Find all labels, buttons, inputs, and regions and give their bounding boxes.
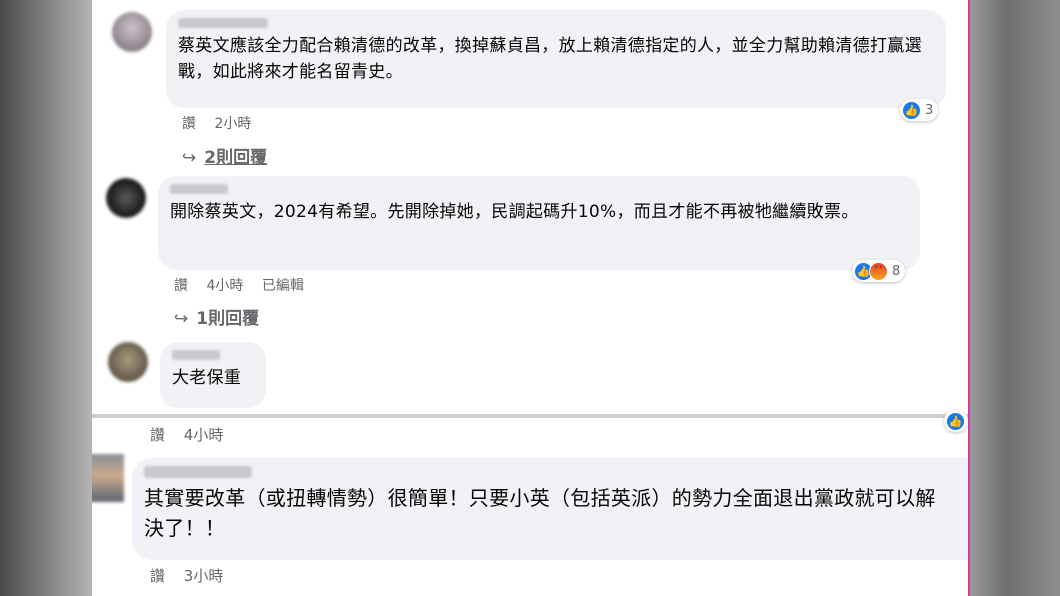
replies-label: 2則回覆 xyxy=(204,148,268,168)
comments-panel: 蔡英文應該全力配合賴清德的改革，換掉蘇貞昌，放上賴清德指定的人，並全力幫助賴清德… xyxy=(92,0,968,596)
comment-text: 開除蔡英文，2024有希望。先開除掉她，民調起碼升10%，而且才能不再被牠繼續敗… xyxy=(170,202,859,222)
timestamp[interactable]: 3小時 xyxy=(184,567,224,585)
like-link[interactable]: 讚 xyxy=(174,278,188,294)
timestamp[interactable]: 4小時 xyxy=(206,278,243,294)
reaction-summary[interactable]: 👍 3 xyxy=(900,99,939,121)
like-icon: 👍 xyxy=(946,411,965,431)
comment-meta: 讚 3小時 xyxy=(150,565,237,586)
comment-text: 大老保重 xyxy=(172,368,242,388)
left-background xyxy=(0,0,92,596)
avatar[interactable] xyxy=(106,178,146,218)
reaction-summary[interactable]: 👍 xyxy=(944,410,968,432)
comment-text: 蔡英文應該全力配合賴清德的改革，換掉蘇貞昌，放上賴清德指定的人，並全力幫助賴清德… xyxy=(178,36,922,82)
comment-meta: 讚 4小時 已編輯 xyxy=(174,275,318,295)
view-replies-link[interactable]: ↪ 2則回覆 xyxy=(182,143,267,168)
timestamp[interactable]: 4小時 xyxy=(184,426,224,444)
reply-arrow-icon: ↪ xyxy=(182,148,197,168)
reaction-count: 3 xyxy=(925,102,934,118)
comment-bubble: 開除蔡英文，2024有希望。先開除掉她，民調起碼升10%，而且才能不再被牠繼續敗… xyxy=(158,176,920,270)
like-link[interactable]: 讚 xyxy=(150,426,165,444)
view-replies-link[interactable]: ↪ 1則回覆 xyxy=(174,304,259,329)
comment-meta: 讚 2小時 xyxy=(182,113,265,133)
comment-bubble: 蔡英文應該全力配合賴清德的改革，換掉蘇貞昌，放上賴清德指定的人，並全力幫助賴清德… xyxy=(166,10,946,108)
edited-label: 已編輯 xyxy=(261,278,304,294)
avatar[interactable] xyxy=(92,454,124,502)
reaction-summary[interactable]: 👍 ˃˂ 8 xyxy=(852,260,906,282)
commenter-name[interactable] xyxy=(144,466,252,478)
replies-label: 1則回覆 xyxy=(196,309,260,329)
edge-line xyxy=(968,0,970,596)
commenter-name[interactable] xyxy=(172,350,220,360)
comment-bubble: 其實要改革（或扭轉情勢）很簡單！只要小英（包括英派）的勢力全面退出黨政就可以解決… xyxy=(132,458,968,560)
timestamp[interactable]: 2小時 xyxy=(214,116,251,132)
comment-bubble: 大老保重 xyxy=(160,342,266,408)
avatar[interactable] xyxy=(108,342,148,382)
comment-text: 其實要改革（或扭轉情勢）很簡單！只要小英（包括英派）的勢力全面退出黨政就可以解決… xyxy=(144,486,936,540)
right-background xyxy=(970,0,1060,596)
like-link[interactable]: 讚 xyxy=(182,116,196,132)
image-seam xyxy=(92,414,968,418)
angry-icon: ˃˂ xyxy=(869,261,888,281)
commenter-name[interactable] xyxy=(178,18,268,28)
comment-meta: 讚 4小時 xyxy=(150,424,237,445)
reply-arrow-icon: ↪ xyxy=(174,309,189,329)
avatar[interactable] xyxy=(112,12,152,52)
commenter-name[interactable] xyxy=(170,184,228,194)
like-icon: 👍 xyxy=(902,100,921,120)
reaction-count: 8 xyxy=(892,263,901,279)
like-link[interactable]: 讚 xyxy=(150,567,165,585)
